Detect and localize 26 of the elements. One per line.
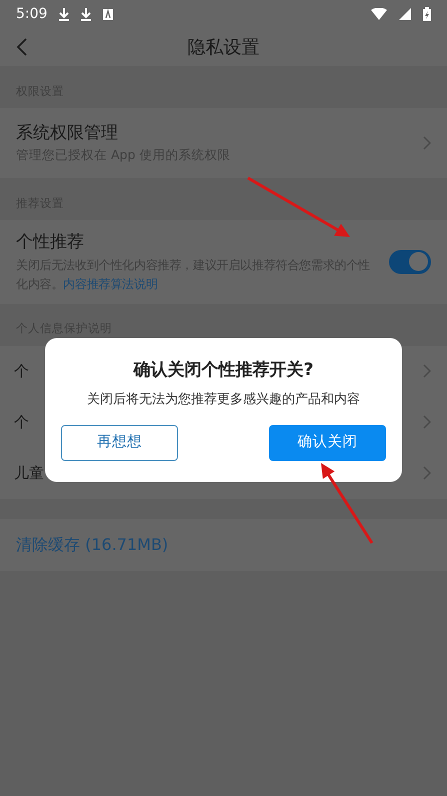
back-icon[interactable]	[16, 38, 28, 56]
clear-cache-label: 清除缓存 (16.71MB)	[16, 534, 168, 556]
clear-cache-row[interactable]: 清除缓存 (16.71MB)	[0, 518, 447, 570]
chevron-right-icon	[423, 136, 431, 150]
signal-icon	[399, 8, 411, 20]
dialog-title: 确认关闭个性推荐开关?	[134, 359, 314, 382]
row-title: 儿童	[14, 462, 44, 484]
algorithm-link[interactable]: 内容推荐算法说明	[63, 276, 158, 290]
row-title: 个性推荐	[16, 231, 84, 254]
confirm-button[interactable]: 确认关闭	[269, 425, 386, 461]
download-icon	[59, 8, 70, 20]
row-title: 个	[14, 360, 29, 382]
wifi-icon	[371, 8, 387, 20]
battery-icon	[423, 7, 431, 21]
download-icon	[81, 8, 92, 20]
status-time: 5:09	[16, 4, 48, 24]
row-title: 个	[14, 412, 29, 433]
page-title: 隐私设置	[188, 36, 260, 60]
dialog-message: 关闭后将无法为您推荐更多感兴趣的产品和内容	[87, 390, 360, 408]
row-title: 系统权限管理	[16, 122, 118, 145]
toggle-switch[interactable]	[389, 250, 431, 274]
app-notification-icon	[103, 8, 114, 20]
chevron-right-icon	[423, 415, 431, 429]
chevron-right-icon	[423, 466, 431, 480]
cancel-button[interactable]: 再想想	[61, 425, 178, 461]
chevron-right-icon	[423, 364, 431, 378]
